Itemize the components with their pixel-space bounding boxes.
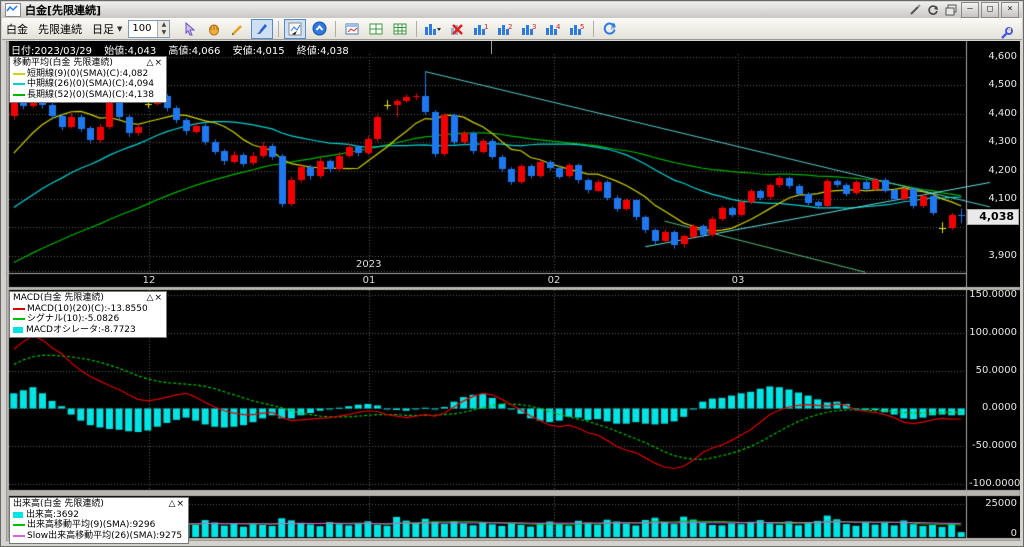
month-label: 01 bbox=[362, 275, 376, 286]
legend-close-icon[interactable]: × bbox=[176, 499, 185, 509]
ma-long-row: 長期線(52)(0)(SMA)(C):4,138 bbox=[13, 90, 163, 101]
axis-tick: 25000 bbox=[985, 498, 1017, 509]
app-window: 白金[先限連続] – □ × 白金 先限連続 日足 ▼ 100 ▲ ▼ bbox=[0, 0, 1024, 547]
oscillator-row: MACDオシレータ:-8.7723 bbox=[13, 325, 163, 336]
axis-tick: 0 bbox=[1010, 528, 1017, 539]
macd-legend: MACD(白金 先限連続) △× MACD(10)(20)(C):-13.855… bbox=[9, 291, 167, 338]
ma-legend-title: 移動平均(白金 先限連続) bbox=[13, 58, 113, 68]
axis-tick: 4,500 bbox=[988, 79, 1017, 90]
macd-line-row: MACD(10)(20)(C):-13.8550 bbox=[13, 304, 163, 315]
axis-tick: 150.0000 bbox=[969, 289, 1017, 300]
axis-tick: -50.0000 bbox=[972, 440, 1017, 451]
macd-legend-title: MACD(白金 先限連続) bbox=[13, 293, 104, 303]
axis-tick: -100.0000 bbox=[969, 478, 1021, 489]
axis-tick: 50.0000 bbox=[975, 365, 1017, 376]
ma-legend: 移動平均(白金 先限連続) △× 短期線(9)(0)(SMA)(C):4,082… bbox=[9, 56, 167, 103]
month-label: 03 bbox=[731, 275, 745, 286]
volume-ma9-swatch bbox=[13, 524, 25, 527]
volume-ma9-row: 出来高移動平均(9)(SMA):9296 bbox=[13, 520, 185, 531]
quote-close: 終値:4,038 bbox=[296, 46, 349, 57]
volume-ma26-row: Slow出来高移動平均(26)(SMA):9275 bbox=[13, 531, 185, 542]
ma9-swatch bbox=[13, 72, 25, 75]
macd-swatch bbox=[13, 307, 25, 310]
volume-swatch bbox=[13, 511, 23, 518]
legend-controls[interactable]: △× bbox=[169, 499, 185, 510]
month-label: 02 bbox=[547, 275, 561, 286]
info-bar-divider bbox=[491, 41, 492, 54]
axis-tick: 4,200 bbox=[988, 165, 1017, 176]
axis-tick: 3,900 bbox=[988, 250, 1017, 261]
axis-tick: 4,400 bbox=[988, 108, 1017, 119]
signal-swatch bbox=[13, 318, 25, 321]
legend-close-icon[interactable]: × bbox=[154, 293, 163, 303]
volume-ma26-swatch bbox=[13, 534, 25, 537]
ma-short-row: 短期線(9)(0)(SMA)(C):4,082 bbox=[13, 69, 163, 80]
last-price-box: 4,038 bbox=[967, 209, 1019, 225]
volume-row: 出来高:3692 bbox=[13, 510, 185, 521]
ma26-swatch bbox=[13, 83, 25, 86]
volume-legend-title: 出来高(白金 先限連続) bbox=[13, 499, 104, 509]
legend-controls[interactable]: △× bbox=[147, 58, 163, 69]
axis-tick: 100.0000 bbox=[969, 327, 1017, 338]
axis-tick: 4,600 bbox=[988, 51, 1017, 62]
settings-wrench-icon[interactable] bbox=[1000, 25, 1013, 44]
year-label: 2023 bbox=[356, 259, 382, 270]
quote-high: 高値:4,066 bbox=[168, 46, 221, 57]
month-label: 12 bbox=[142, 275, 156, 286]
axis-tick: 0.0000 bbox=[982, 402, 1017, 413]
volume-legend: 出来高(白金 先限連続) △× 出来高:3692 出来高移動平均(9)(SMA)… bbox=[9, 497, 189, 544]
ma52-swatch bbox=[13, 93, 25, 96]
signal-line-row: シグナル(10):-5.0826 bbox=[13, 314, 163, 325]
ma-mid-row: 中期線(26)(0)(SMA)(C):4,094 bbox=[13, 79, 163, 90]
axis-tick: 4,100 bbox=[988, 193, 1017, 204]
axis-tick: 4,300 bbox=[988, 136, 1017, 147]
quote-low: 安値:4,015 bbox=[232, 46, 285, 57]
oscillator-swatch bbox=[13, 326, 23, 333]
legend-close-icon[interactable]: × bbox=[154, 58, 163, 68]
legend-controls[interactable]: △× bbox=[147, 293, 163, 304]
quote-info-bar: 日付:2023/03/29 始値:4,043 高値:4,066 安値:4,015… bbox=[11, 42, 358, 57]
